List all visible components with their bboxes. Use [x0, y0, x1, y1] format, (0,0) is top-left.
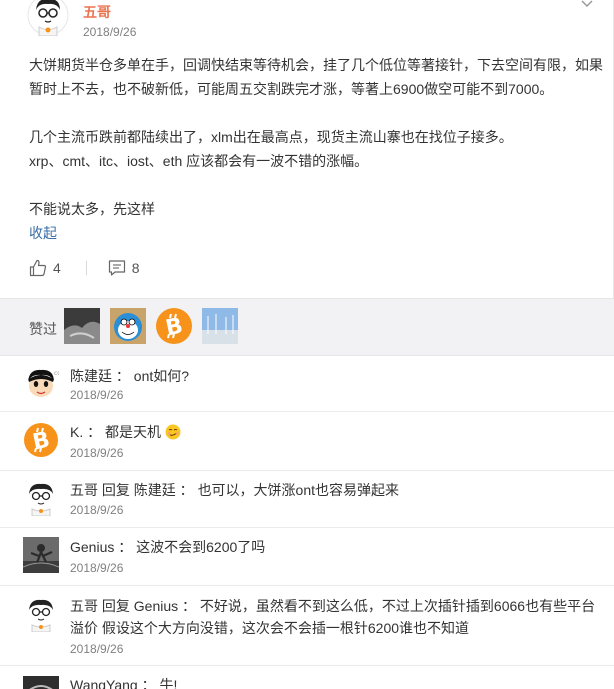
comment-date: 2018/9/26	[70, 388, 124, 402]
liker-avatar[interactable]	[202, 308, 238, 344]
comment-text: 五哥 回复 陈建廷 ： 也可以，大饼涨ont也容易弹起来	[70, 479, 600, 501]
like-button[interactable]: 4	[29, 259, 61, 277]
comment-item: 五哥 回复 陈建廷 ： 也可以，大饼涨ont也容易弹起来 2018/9/26	[0, 471, 614, 528]
smirk-emoji-icon	[165, 424, 181, 446]
weibo-post: 五哥 2018/9/26 大饼期货半仓多单在手，回调快结束等待机会，挂了几个低位…	[0, 0, 614, 298]
reply-target-username[interactable]: Genius	[134, 598, 178, 614]
commenter-avatar[interactable]: co	[23, 366, 59, 402]
reply-label: 回复	[101, 482, 130, 498]
like-count: 4	[53, 260, 61, 276]
comment-username[interactable]: WangYang	[70, 677, 138, 689]
reply-label: 回复	[101, 598, 130, 614]
comment-body: 牛!	[159, 677, 178, 689]
thumbs-up-icon	[29, 259, 47, 277]
comment-text: K. ： 都是天机	[70, 421, 600, 446]
comment-body: ont如何?	[133, 368, 190, 384]
comment-icon	[108, 259, 126, 277]
bitcoin-icon[interactable]: B	[23, 422, 59, 458]
comment-date: 2018/9/26	[70, 503, 124, 517]
comment-separator: ：	[182, 598, 197, 614]
reply-target-username[interactable]: 陈建廷	[134, 482, 176, 498]
comment-username[interactable]: 陈建廷	[70, 368, 112, 384]
author-name[interactable]: 五哥	[83, 2, 111, 22]
post-date[interactable]: 2018/9/26	[83, 25, 136, 39]
comment-separator: ：	[118, 539, 133, 555]
likes-label: 赞过	[29, 321, 57, 337]
comment-item: Genius ： 这波不会到6200了吗 2018/9/26	[0, 528, 614, 586]
comment-item: 五哥 回复 Genius ： 不好说，虽然看不到这么低，不过上次插针插到6066…	[0, 586, 614, 666]
commenter-avatar[interactable]	[23, 537, 59, 573]
likes-panel: 赞过 B	[0, 298, 614, 356]
comment-item: WangYang ： 牛!	[0, 666, 614, 689]
action-divider	[85, 261, 87, 275]
commenter-avatar[interactable]	[23, 480, 59, 516]
comment-item: co 陈建廷 ： ont如何? 2018/9/26	[0, 356, 614, 412]
comment-button[interactable]: 8	[108, 259, 140, 277]
comment-username[interactable]: 五哥	[70, 482, 98, 498]
liker-avatar[interactable]	[64, 308, 100, 344]
comment-body: 也可以，大饼涨ont也容易弹起来	[197, 482, 400, 498]
post-paragraph: 大饼期货半仓多单在手，回调快结束等待机会，挂了几个低位等著接针，下去空间有限，如…	[29, 57, 603, 97]
comment-text: 五哥 回复 Genius ： 不好说，虽然看不到这么低，不过上次插针插到6066…	[70, 595, 600, 639]
comment-separator: ：	[141, 677, 156, 689]
post-paragraph: 不能说太多，先这样	[29, 201, 155, 217]
comment-text: 陈建廷 ： ont如何?	[70, 365, 600, 387]
author-avatar[interactable]	[27, 0, 69, 37]
svg-text:co: co	[54, 370, 59, 377]
comment-separator: ：	[179, 482, 194, 498]
liker-avatar[interactable]	[110, 308, 146, 344]
comment-body: 这波不会到6200了吗	[136, 539, 266, 555]
comment-date: 2018/9/26	[70, 446, 124, 460]
post-paragraph: 几个主流币跌前都陆续出了，xlm出在最高点，现货主流山寨也在找位子接多。	[29, 129, 513, 145]
comment-separator: ：	[115, 368, 130, 384]
collapse-link[interactable]: 收起	[29, 223, 57, 243]
comment-text: Genius ： 这波不会到6200了吗	[70, 536, 600, 558]
post-actions: 4 8	[29, 257, 140, 279]
comment-text: WangYang ： 牛!	[70, 674, 600, 689]
comment-username[interactable]: 五哥	[70, 598, 98, 614]
comment-count: 8	[131, 260, 140, 276]
commenter-avatar[interactable]	[23, 676, 59, 689]
comment-body: 都是天机	[105, 424, 162, 440]
post-content: 大饼期货半仓多单在手，回调快结束等待机会，挂了几个低位等著接针，下去空间有限，如…	[29, 53, 607, 221]
comment-separator: ：	[87, 424, 102, 440]
bitcoin-icon[interactable]: B	[156, 308, 192, 344]
chevron-down-icon[interactable]	[580, 0, 594, 8]
comment-date: 2018/9/26	[70, 561, 124, 575]
commenter-avatar[interactable]	[23, 596, 59, 632]
comment-item: B K. ： 都是天机 2018/9/26	[0, 412, 614, 471]
comment-date: 2018/9/26	[70, 642, 124, 656]
post-paragraph: xrp、cmt、itc、iost、eth 应该都会有一波不错的涨幅。	[29, 153, 369, 169]
comment-username[interactable]: K.	[70, 424, 83, 440]
comment-username[interactable]: Genius	[70, 539, 114, 555]
